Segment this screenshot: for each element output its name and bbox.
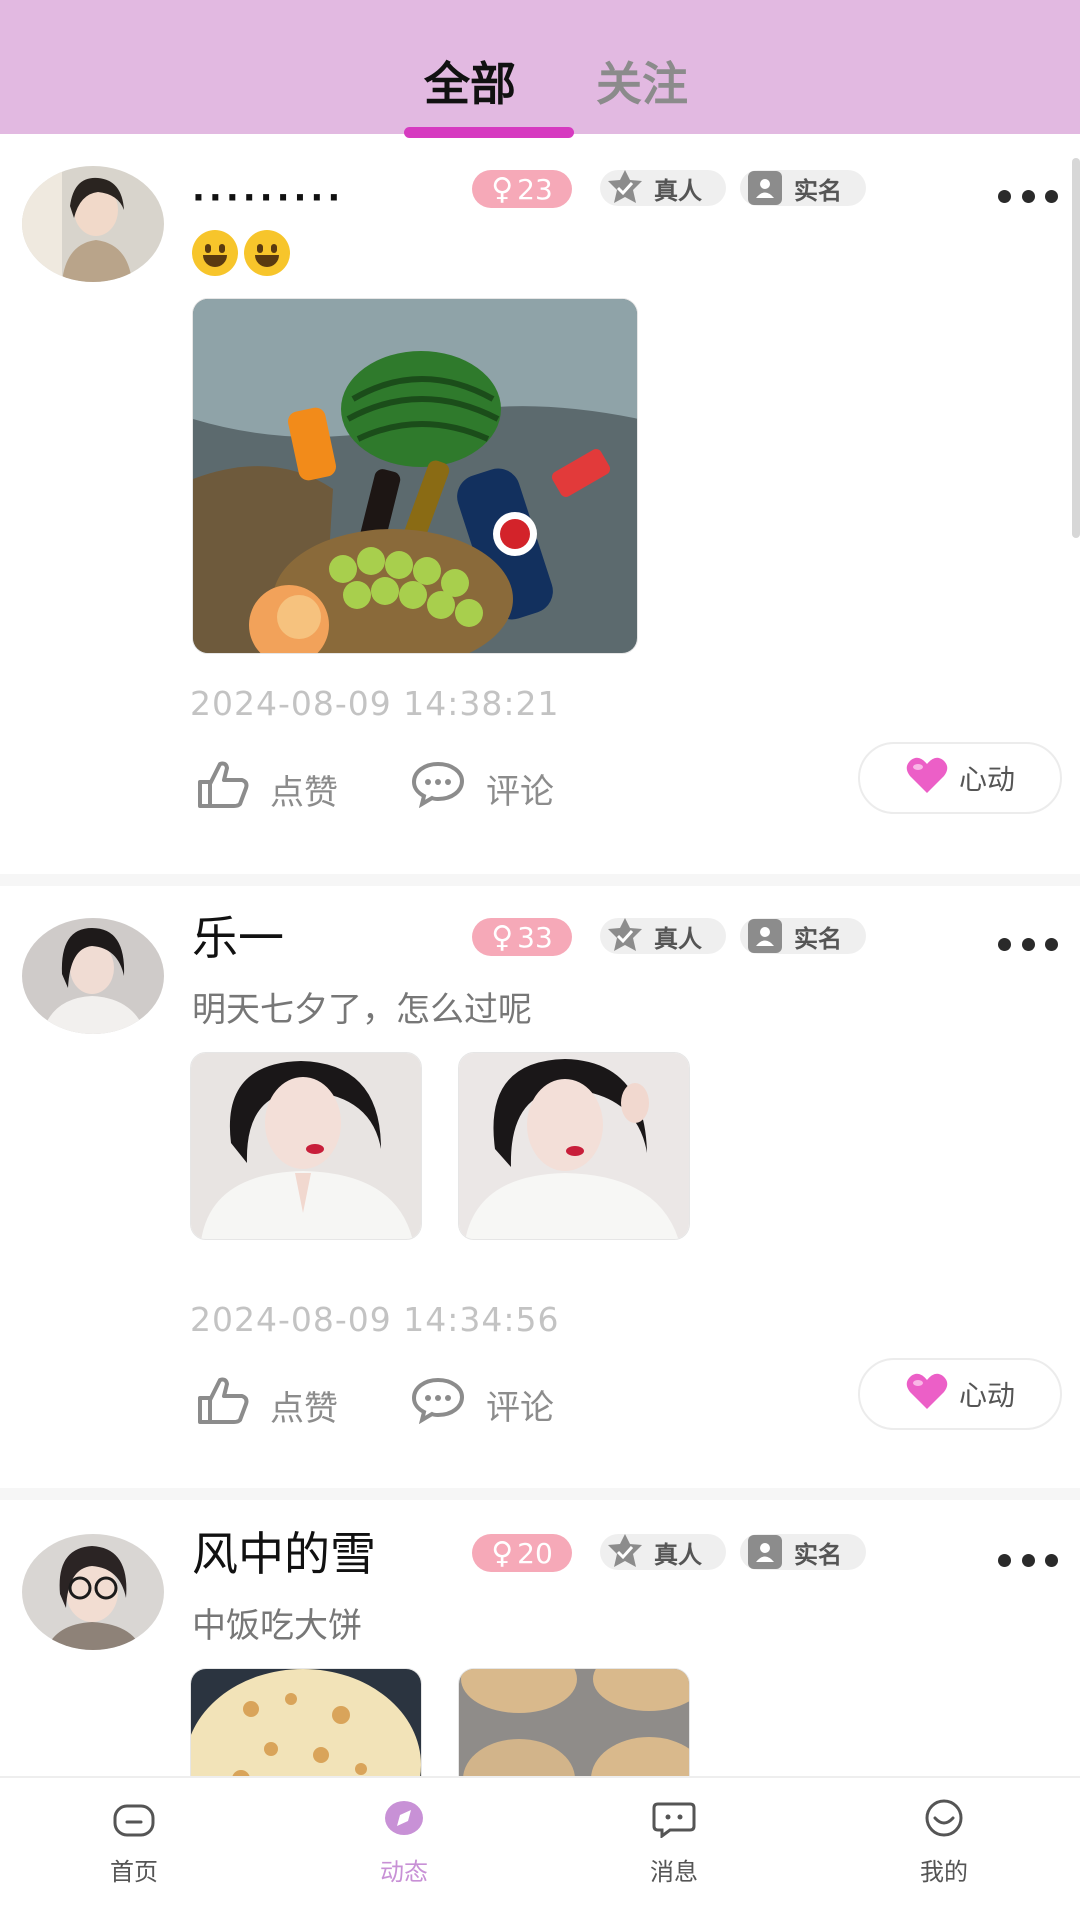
username[interactable]: 乐一 bbox=[192, 902, 284, 968]
avatar[interactable] bbox=[22, 1534, 164, 1650]
compass-icon bbox=[382, 1798, 426, 1844]
nav-profile[interactable]: 我的 bbox=[884, 1798, 1004, 1887]
post-text: 明天七夕了，怎么过呢 bbox=[192, 990, 532, 1030]
grinning-face-emoji bbox=[244, 230, 290, 276]
star-check-icon bbox=[604, 915, 646, 957]
avatar[interactable] bbox=[22, 166, 164, 282]
heart-button[interactable]: 心动 bbox=[858, 742, 1062, 814]
top-bar: 全部 关注 bbox=[0, 0, 1080, 138]
more-options-button[interactable] bbox=[998, 176, 1058, 216]
star-check-icon bbox=[604, 1531, 646, 1573]
badge-label: 真人 bbox=[654, 176, 702, 205]
post-photo[interactable] bbox=[190, 1668, 422, 1778]
nav-label: 首页 bbox=[110, 1858, 158, 1886]
nav-label: 动态 bbox=[380, 1858, 428, 1886]
like-label: 点赞 bbox=[270, 1389, 338, 1429]
badge-label: 实名 bbox=[794, 924, 842, 953]
post-text: 中饭吃大饼 bbox=[192, 1606, 362, 1646]
age-value: 33 bbox=[517, 920, 553, 954]
gender-age-badge: ♀ 20 bbox=[472, 1534, 572, 1572]
heart-button[interactable]: 心动 bbox=[858, 1358, 1062, 1430]
like-label: 点赞 bbox=[270, 773, 338, 813]
post-card: 风中的雪 ♀ 20 真人 实名 中饭吃大饼 bbox=[0, 1500, 1080, 1778]
comment-button[interactable]: 评论 bbox=[410, 1376, 554, 1433]
nav-label: 消息 bbox=[650, 1858, 698, 1886]
comment-label: 评论 bbox=[486, 1388, 554, 1428]
post-timestamp: 2024-08-09 14:34:56 bbox=[190, 1300, 560, 1339]
id-card-icon bbox=[744, 915, 786, 957]
like-button[interactable]: 点赞 bbox=[196, 760, 338, 819]
avatar[interactable] bbox=[22, 918, 164, 1034]
comment-label: 评论 bbox=[486, 772, 554, 812]
post-divider bbox=[0, 874, 1080, 886]
message-icon bbox=[652, 1798, 696, 1844]
verified-person-badge: 真人 bbox=[600, 1534, 726, 1570]
bottom-navigation: 首页 动态 消息 我的 bbox=[0, 1776, 1080, 1920]
post-card: 乐一 ♀ 33 真人 实名 明天七夕了，怎么过呢 2024-08-09 14:3… bbox=[0, 886, 1080, 1488]
post-divider bbox=[0, 1488, 1080, 1500]
badge-label: 真人 bbox=[654, 924, 702, 953]
star-check-icon bbox=[604, 167, 646, 209]
profile-icon bbox=[922, 1798, 966, 1844]
feed-list[interactable]: ········· ♀ 23 真人 实名 2024-08-09 14:38:21… bbox=[0, 138, 1080, 1778]
nav-home[interactable]: 首页 bbox=[74, 1798, 194, 1887]
id-card-icon bbox=[744, 167, 786, 209]
chat-bubble-icon bbox=[410, 1376, 466, 1433]
nav-messages[interactable]: 消息 bbox=[614, 1798, 734, 1887]
post-photo[interactable] bbox=[458, 1052, 690, 1240]
verified-person-badge: 真人 bbox=[600, 918, 726, 954]
comment-button[interactable]: 评论 bbox=[410, 760, 554, 817]
post-photo[interactable] bbox=[190, 1052, 422, 1240]
gender-age-badge: ♀ 33 bbox=[472, 918, 572, 956]
grinning-face-emoji bbox=[192, 230, 238, 276]
heart-label: 心动 bbox=[958, 763, 1015, 796]
badge-label: 实名 bbox=[794, 176, 842, 205]
female-icon: ♀ bbox=[491, 171, 514, 207]
like-button[interactable]: 点赞 bbox=[196, 1376, 338, 1435]
username[interactable]: ········· bbox=[192, 178, 344, 218]
tab-following[interactable]: 关注 bbox=[596, 48, 688, 114]
nav-feed[interactable]: 动态 bbox=[344, 1798, 464, 1887]
heart-icon bbox=[905, 1371, 949, 1418]
thumbs-up-icon bbox=[196, 760, 250, 819]
age-value: 20 bbox=[517, 1536, 553, 1570]
chat-bubble-icon bbox=[410, 760, 466, 817]
post-photo[interactable] bbox=[192, 298, 638, 654]
more-options-button[interactable] bbox=[998, 924, 1058, 964]
heart-icon bbox=[905, 755, 949, 802]
post-emojis bbox=[192, 230, 290, 276]
post-timestamp: 2024-08-09 14:38:21 bbox=[190, 684, 560, 723]
real-name-badge: 实名 bbox=[740, 170, 866, 206]
active-tab-indicator bbox=[404, 127, 574, 138]
post-card: ········· ♀ 23 真人 实名 2024-08-09 14:38:21… bbox=[0, 138, 1080, 874]
female-icon: ♀ bbox=[491, 1535, 514, 1571]
username[interactable]: 风中的雪 bbox=[192, 1518, 376, 1584]
female-icon: ♀ bbox=[491, 919, 514, 955]
more-options-button[interactable] bbox=[998, 1540, 1058, 1580]
home-icon bbox=[112, 1798, 156, 1844]
id-card-icon bbox=[744, 1531, 786, 1573]
real-name-badge: 实名 bbox=[740, 918, 866, 954]
age-value: 23 bbox=[517, 172, 553, 206]
heart-label: 心动 bbox=[958, 1379, 1015, 1412]
nav-label: 我的 bbox=[920, 1858, 968, 1886]
real-name-badge: 实名 bbox=[740, 1534, 866, 1570]
tab-all[interactable]: 全部 bbox=[424, 48, 516, 114]
post-photo[interactable] bbox=[458, 1668, 690, 1778]
thumbs-up-icon bbox=[196, 1376, 250, 1435]
gender-age-badge: ♀ 23 bbox=[472, 170, 572, 208]
verified-person-badge: 真人 bbox=[600, 170, 726, 206]
badge-label: 实名 bbox=[794, 1540, 842, 1569]
badge-label: 真人 bbox=[654, 1540, 702, 1569]
